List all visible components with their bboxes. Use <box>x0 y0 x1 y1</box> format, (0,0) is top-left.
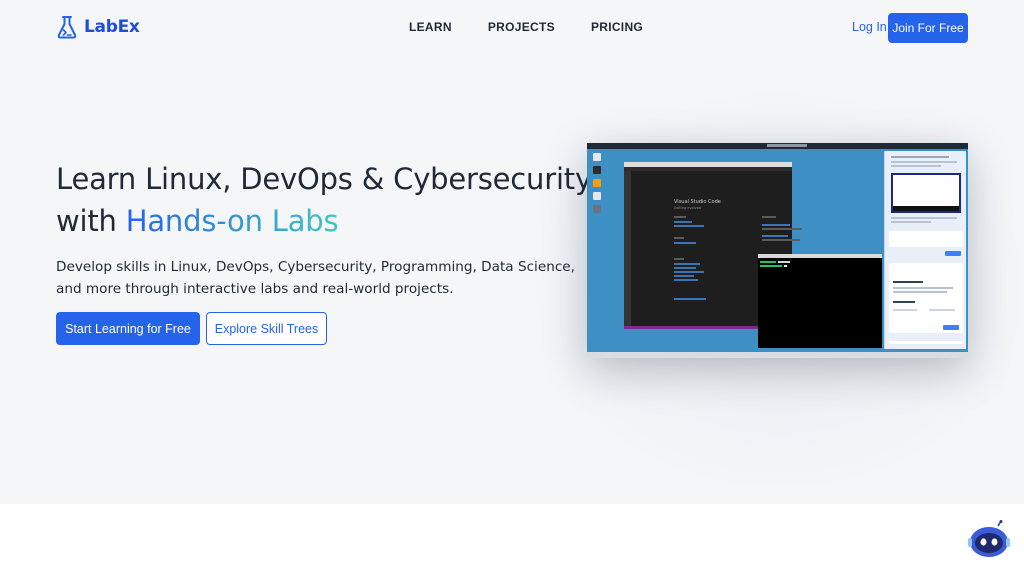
headline-line-1: Learn Linux, DevOps & Cybersecurity <box>56 162 592 196</box>
nav-pricing[interactable]: PRICING <box>591 20 643 34</box>
hero-headline: Learn Linux, DevOps & Cybersecurity with… <box>56 158 596 242</box>
headline-accent: Hands-on Labs <box>125 204 339 238</box>
video-player <box>891 173 961 213</box>
login-link[interactable]: Log In <box>852 20 887 34</box>
desktop-taskbar <box>587 352 968 358</box>
hero-section: LabEx LEARN PROJECTS PRICING Log In Join… <box>0 0 1024 504</box>
terminal-window <box>758 254 882 348</box>
logo-text: LabEx <box>84 17 140 37</box>
join-button[interactable]: Join For Free <box>888 13 968 43</box>
flask-icon <box>57 16 77 39</box>
nav-projects[interactable]: PROJECTS <box>488 20 555 34</box>
explore-skill-trees-button[interactable]: Explore Skill Trees <box>206 312 327 345</box>
desktop-top-bar <box>587 143 968 149</box>
start-learning-button[interactable]: Start Learning for Free <box>56 312 200 345</box>
nav-learn[interactable]: LEARN <box>409 20 452 34</box>
headline-prefix: with <box>56 204 126 238</box>
chatbot-launcher[interactable] <box>967 520 1011 560</box>
assistant-panel <box>884 151 966 349</box>
hero-subtitle: Develop skills in Linux, DevOps, Cyberse… <box>56 259 575 297</box>
vscode-welcome-title: Visual Studio Code <box>674 199 721 205</box>
vscode-welcome-subtitle: Editing evolved <box>674 206 702 210</box>
desktop-dock <box>591 153 603 223</box>
labex-logo[interactable]: LabEx <box>56 14 140 40</box>
main-nav: LEARN PROJECTS PRICING <box>409 20 643 34</box>
product-screenshot: Visual Studio Code Editing evolved <box>587 143 968 358</box>
robot-icon <box>968 520 1010 557</box>
